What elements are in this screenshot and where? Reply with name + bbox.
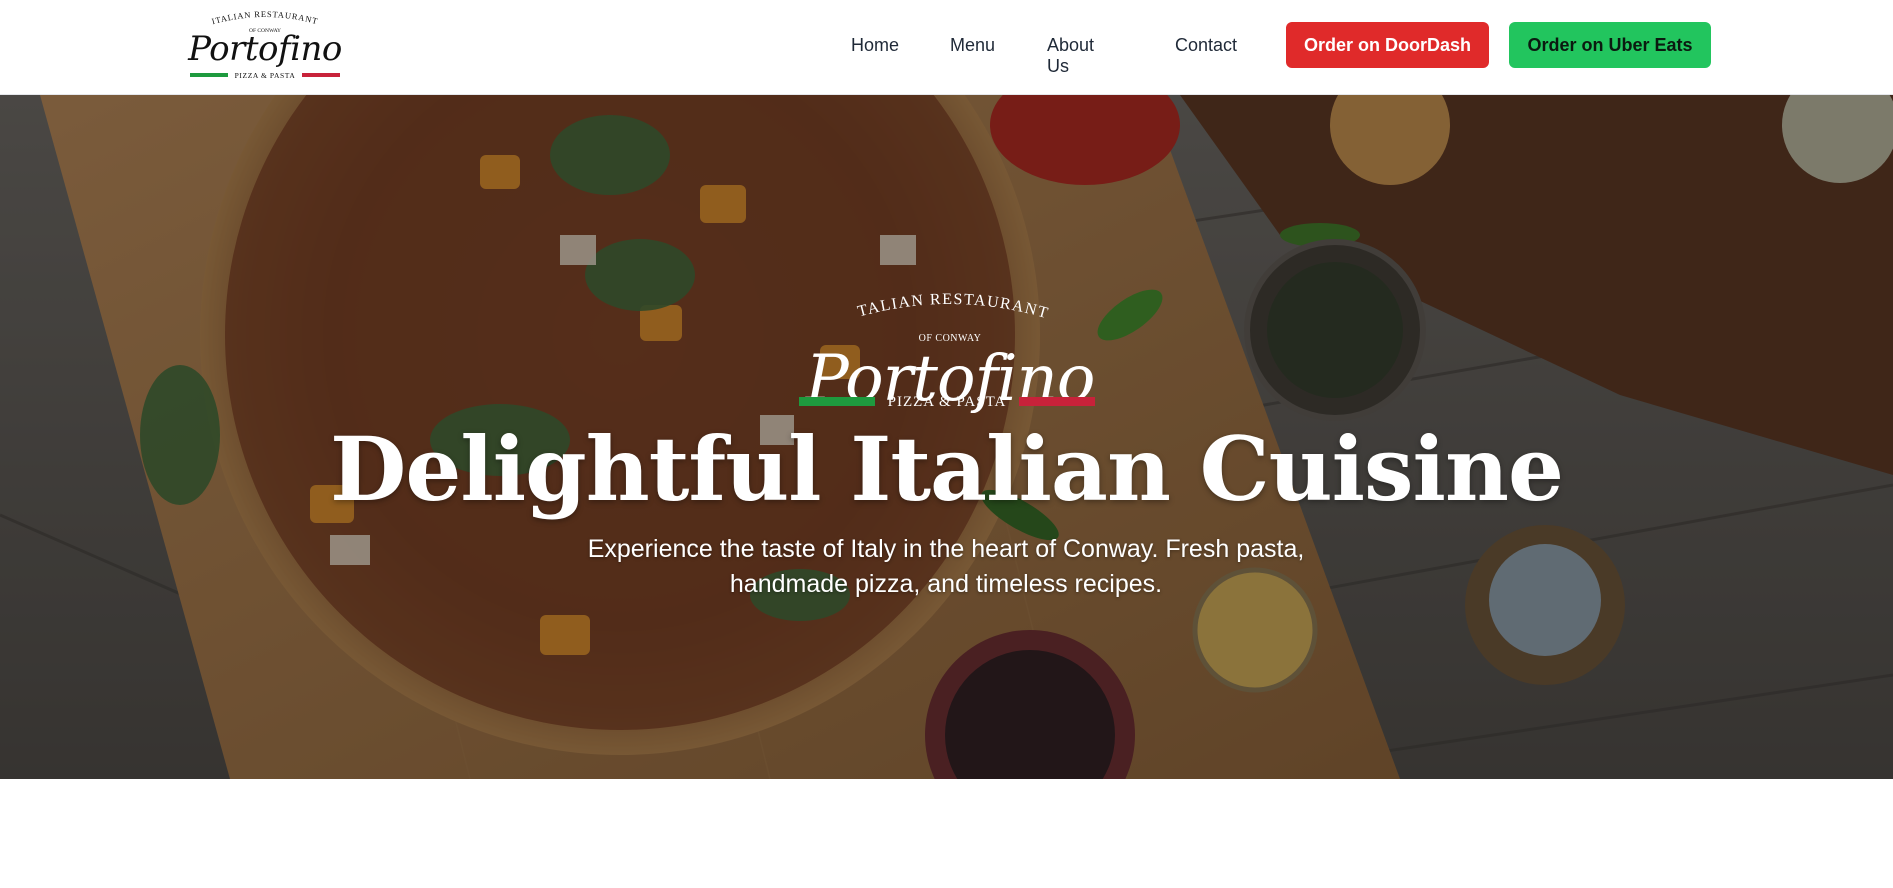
- order-doordash-button[interactable]: Order on DoorDash: [1286, 22, 1489, 68]
- header-logo-red-stripe: [302, 73, 340, 77]
- header-logo-arc-line1: ITALIAN RESTAURANT: [211, 9, 319, 26]
- hero-subtitle-line1: Experience the taste of Italy in the hea…: [587, 535, 1305, 563]
- header-logo-green-stripe: [190, 73, 228, 77]
- hero-title: Delightful Italian Cuisine: [330, 417, 1564, 521]
- nav-menu-link[interactable]: Menu: [950, 35, 995, 56]
- hero-section: ITALIAN RESTAURANT OF CONWAY Portofino P…: [0, 95, 1893, 779]
- hero-logo-arc-line1: ITALIAN RESTAURANT: [777, 250, 1050, 322]
- header-logo-name: Portofino: [187, 29, 342, 69]
- nav-home-link[interactable]: Home: [851, 35, 899, 56]
- hero-logo-red-stripe: [1019, 397, 1095, 406]
- header-logo[interactable]: ITALIAN RESTAURANT OF CONWAY Portofino P…: [186, 8, 344, 84]
- hero-logo-green-stripe: [799, 397, 875, 406]
- nav-about-link[interactable]: About Us: [1047, 35, 1094, 77]
- hero-logo-tagline: PIZZA & PASTA: [888, 394, 1007, 410]
- order-ubereats-button[interactable]: Order on Uber Eats: [1509, 22, 1711, 68]
- nav-contact-link[interactable]: Contact: [1175, 35, 1237, 56]
- hero-subtitle: Experience the taste of Italy in the hea…: [546, 532, 1346, 602]
- svg-text:ITALIAN RESTAURANT: ITALIAN RESTAURANT: [780, 263, 1051, 322]
- header-logo-tagline: PIZZA & PASTA: [235, 71, 296, 80]
- hero-logo-tagline-row: PIZZA & PASTA: [799, 391, 1095, 411]
- next-section: [0, 779, 1893, 888]
- site-header: ITALIAN RESTAURANT OF CONWAY Portofino P…: [0, 0, 1893, 95]
- hero-subtitle-line2: handmade pizza, and timeless recipes.: [729, 570, 1163, 598]
- svg-text:ITALIAN RESTAURANT: ITALIAN RESTAURANT: [211, 9, 320, 26]
